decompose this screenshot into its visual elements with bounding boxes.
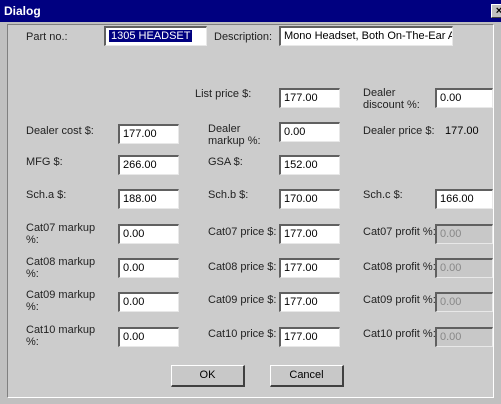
mfg-field[interactable]: 266.00 <box>118 155 179 175</box>
dealer-markup-field[interactable]: 0.00 <box>279 122 340 142</box>
cat09-markup-field[interactable]: 0.00 <box>118 292 179 312</box>
sch-b-field[interactable]: 170.00 <box>279 189 340 209</box>
cat09-profit-field: 0.00 <box>435 292 493 312</box>
cat10-price-field[interactable]: 177.00 <box>279 327 340 347</box>
cat08-markup-field[interactable]: 0.00 <box>118 258 179 278</box>
sch-b-label: Sch.b $: <box>208 189 249 201</box>
cat07-markup-field[interactable]: 0.00 <box>118 224 179 244</box>
dealer-discount-label: Dealer discount %: <box>363 87 420 111</box>
cat08-price-label: Cat08 price $: <box>208 261 277 273</box>
cat07-markup-label: Cat07 markup %: <box>26 222 96 246</box>
cat10-profit-field: 0.00 <box>435 327 493 347</box>
dialog-window: Dialog × Part no.: 1305 HEADSET Descript… <box>0 0 501 404</box>
cat09-markup-label: Cat09 markup %: <box>26 289 96 313</box>
dealer-markup-label: Dealer markup %: <box>208 123 261 147</box>
sch-a-label: Sch.a $: <box>26 189 67 201</box>
sch-a-field[interactable]: 188.00 <box>118 189 179 209</box>
dealer-cost-label: Dealer cost $: <box>26 125 94 137</box>
sch-c-label: Sch.c $: <box>363 189 403 201</box>
gsa-field[interactable]: 152.00 <box>279 155 340 175</box>
title-bar[interactable]: Dialog × <box>0 0 501 22</box>
window-title: Dialog <box>4 4 41 18</box>
list-price-label: List price $: <box>195 88 252 100</box>
part-no-value: 1305 HEADSET <box>109 30 193 42</box>
cat08-profit-field: 0.00 <box>435 258 493 278</box>
cat10-profit-label: Cat10 profit %: <box>363 328 436 340</box>
dealer-cost-field[interactable]: 177.00 <box>118 124 179 144</box>
part-no-label: Part no.: <box>26 31 68 43</box>
cat09-price-label: Cat09 price $: <box>208 294 277 306</box>
cat07-profit-field: 0.00 <box>435 224 493 244</box>
cat07-price-label: Cat07 price $: <box>208 226 277 238</box>
description-field[interactable]: Mono Headset, Both On-The-Ear A <box>279 26 453 46</box>
description-label: Description: <box>214 31 273 43</box>
dialog-body: Part no.: 1305 HEADSET Description: Mono… <box>7 24 494 398</box>
cat08-markup-label: Cat08 markup %: <box>26 256 96 280</box>
part-no-field[interactable]: 1305 HEADSET <box>104 26 207 46</box>
cat08-profit-label: Cat08 profit %: <box>363 261 436 273</box>
mfg-label: MFG $: <box>26 156 63 168</box>
close-button[interactable]: × <box>491 4 501 18</box>
cat10-markup-label: Cat10 markup %: <box>26 324 96 348</box>
dealer-discount-field[interactable]: 0.00 <box>435 88 493 108</box>
dealer-price-value: 177.00 <box>445 125 479 137</box>
sch-c-field[interactable]: 166.00 <box>435 189 493 209</box>
cat07-profit-label: Cat07 profit %: <box>363 226 436 238</box>
gsa-label: GSA $: <box>208 156 243 168</box>
cat09-price-field[interactable]: 177.00 <box>279 292 340 312</box>
ok-button[interactable]: OK <box>171 365 245 387</box>
dealer-price-label: Dealer price $: <box>363 125 435 137</box>
cat10-price-label: Cat10 price $: <box>208 328 277 340</box>
cat09-profit-label: Cat09 profit %: <box>363 294 436 306</box>
cat08-price-field[interactable]: 177.00 <box>279 258 340 278</box>
cat07-price-field[interactable]: 177.00 <box>279 224 340 244</box>
cat10-markup-field[interactable]: 0.00 <box>118 327 179 347</box>
cancel-button[interactable]: Cancel <box>270 365 344 387</box>
list-price-field[interactable]: 177.00 <box>279 88 340 108</box>
